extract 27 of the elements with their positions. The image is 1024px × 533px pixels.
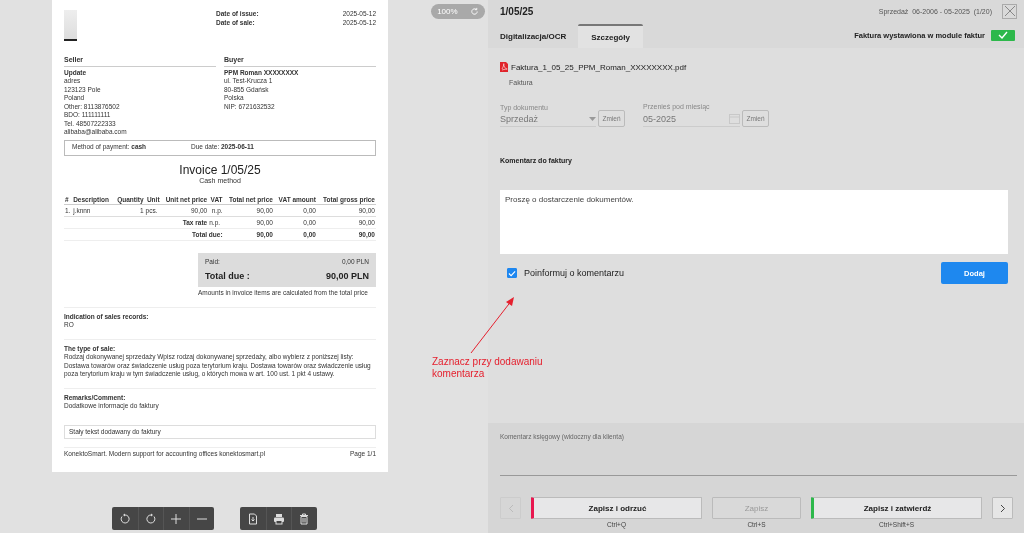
tab[interactable]: Szczegóły [578,24,643,48]
total-value: 90,00 PLN [325,271,369,282]
file-download-icon [246,512,259,525]
chevron-right-icon [999,503,1006,513]
notify-label[interactable]: Poinformuj o komentarzu [524,268,625,278]
printer-icon [272,512,285,525]
action-button[interactable]: Zapisz i odrzuć [531,497,702,519]
reset-icon[interactable] [469,7,479,16]
rotate-left-icon [118,512,131,525]
notify-checkbox[interactable] [507,268,517,278]
tab[interactable]: Digitalizacja/OCR [488,24,579,48]
file-name[interactable]: Faktura_1_05_25_PPM_Roman_XXXXXXXX.pdf [511,62,687,72]
pdf-file-icon [500,62,508,72]
chevron-left-icon [507,503,514,513]
dropdown-icon [589,117,596,121]
plus-icon [170,512,183,525]
rotate-right-icon [144,512,157,525]
annotation-text: Zaznacz przy dodawaniu komentarza [432,356,544,380]
logo-thumbnail [64,10,77,44]
action-button[interactable]: Zapisz i zatwierdź [811,497,982,519]
close-button[interactable] [1002,3,1017,19]
comment-input[interactable]: Proszę o dostarczenie dokumentów. [500,190,1008,254]
trash-icon [298,512,311,525]
invoice-title: Invoice 1/05/25 [178,163,262,177]
document-title: 1/05/25 [500,5,534,17]
zoom-level: 100% [437,7,458,16]
total-label: Total due : [205,271,250,282]
